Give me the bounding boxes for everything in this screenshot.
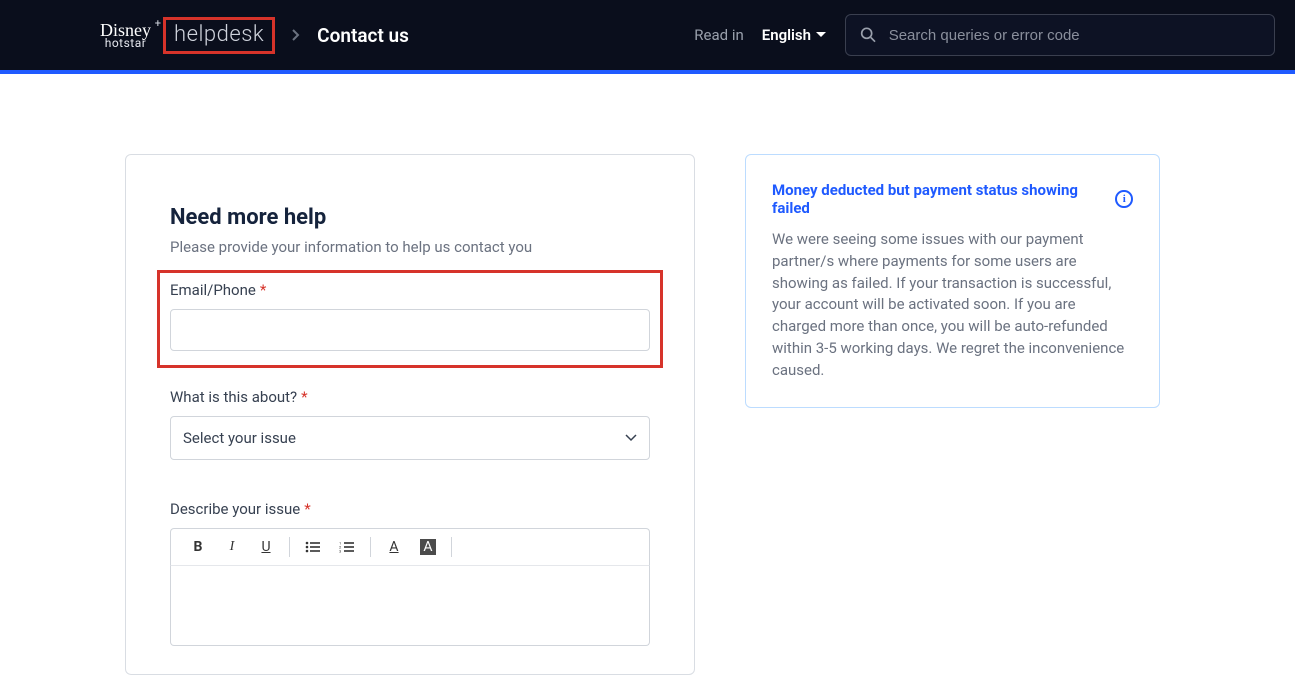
required-mark: *	[260, 281, 266, 299]
email-field-highlight: Email/Phone*	[157, 270, 663, 368]
language-value: English	[762, 26, 811, 44]
read-in-label: Read in	[694, 26, 743, 44]
chevron-down-icon	[625, 434, 637, 442]
email-phone-input[interactable]	[170, 309, 650, 351]
search-icon	[860, 26, 877, 44]
bold-button[interactable]: B	[181, 534, 215, 560]
search-input[interactable]	[889, 27, 1260, 44]
describe-field: Describe your issue* B I U 123 A A	[170, 500, 650, 646]
form-subtitle: Please provide your information to help …	[170, 238, 650, 256]
separator	[451, 537, 452, 557]
required-mark: *	[301, 388, 307, 406]
logo-block: Disney + hotstar helpdesk Contact us	[100, 17, 409, 54]
separator	[370, 537, 371, 557]
email-label: Email/Phone*	[170, 281, 650, 299]
brand-plus: +	[155, 18, 161, 29]
page-title: Contact us	[317, 24, 409, 47]
header-right: Read in English	[694, 14, 1275, 56]
describe-label: Describe your issue*	[170, 500, 650, 518]
underline-button[interactable]: U	[249, 534, 283, 560]
helpdesk-link[interactable]: helpdesk	[163, 17, 275, 54]
svg-text:3: 3	[339, 549, 341, 554]
notice-card: Money deducted but payment status showin…	[745, 154, 1160, 408]
brand-top: Disney	[100, 21, 151, 39]
issue-select-value: Select your issue	[183, 429, 296, 447]
bullet-list-button[interactable]	[296, 534, 330, 560]
info-icon: i	[1115, 190, 1133, 208]
contact-form: Need more help Please provide your infor…	[125, 154, 695, 675]
notice-body: We were seeing some issues with our paym…	[772, 229, 1133, 381]
editor-toolbar: B I U 123 A A	[170, 528, 650, 566]
notice-title[interactable]: Money deducted but payment status showin…	[772, 181, 1107, 217]
issue-description-input[interactable]	[170, 566, 650, 646]
font-color-button[interactable]: A	[377, 534, 411, 560]
brand-logo[interactable]: Disney + hotstar	[100, 21, 151, 49]
required-mark: *	[304, 500, 310, 518]
about-label: What is this about?*	[170, 388, 650, 406]
header: Disney + hotstar helpdesk Contact us Rea…	[0, 0, 1295, 74]
main: Need more help Please provide your infor…	[0, 74, 1295, 675]
bg-color-button[interactable]: A	[411, 534, 445, 560]
about-field: What is this about?* Select your issue	[170, 388, 650, 460]
chevron-down-icon	[815, 31, 827, 39]
language-select[interactable]: English	[762, 26, 827, 44]
search-box[interactable]	[845, 14, 1275, 56]
number-list-button[interactable]: 123	[330, 534, 364, 560]
separator	[289, 537, 290, 557]
issue-select[interactable]: Select your issue	[170, 416, 650, 460]
chevron-right-icon	[291, 26, 301, 45]
form-title: Need more help	[170, 205, 650, 230]
italic-button[interactable]: I	[215, 534, 249, 560]
notice-header: Money deducted but payment status showin…	[772, 181, 1133, 217]
